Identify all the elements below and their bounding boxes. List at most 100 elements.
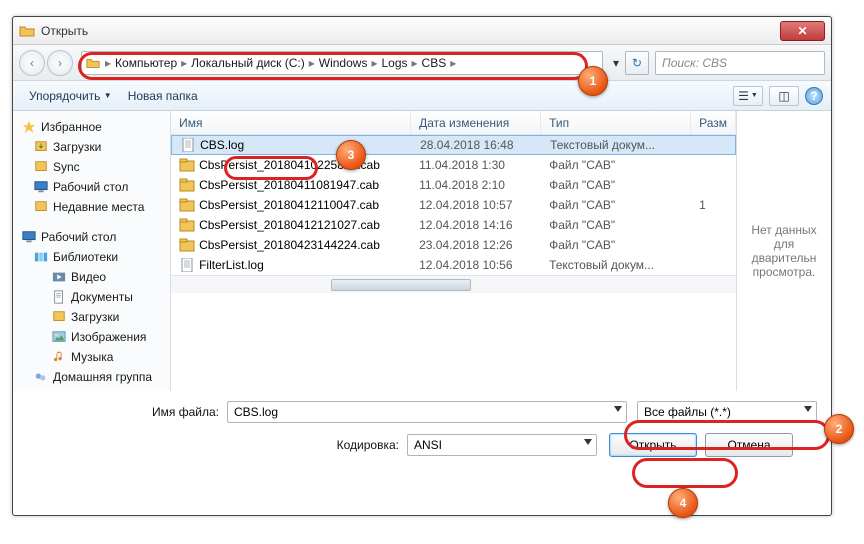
folder-icon [179, 178, 195, 192]
file-type: Файл "CAB" [541, 238, 691, 252]
breadcrumb-item[interactable]: Компьютер [112, 56, 180, 70]
tree-recent[interactable]: Недавние места [17, 197, 166, 217]
file-date: 12.04.2018 14:16 [411, 218, 541, 232]
file-row[interactable]: CbsPersist_20180410225824.cab11.04.2018 … [171, 155, 736, 175]
recent-icon [33, 199, 49, 215]
file-type: Файл "CAB" [541, 178, 691, 192]
toolbar: Упорядочить ▼ Новая папка ☰▼ ◫ ? [13, 81, 831, 111]
file-date: 23.04.2018 12:26 [411, 238, 541, 252]
file-name: FilterList.log [199, 258, 264, 272]
file-date: 11.04.2018 1:30 [411, 158, 541, 172]
file-row[interactable]: FilterList.log12.04.2018 10:56Текстовый … [171, 255, 736, 275]
breadcrumb-item[interactable]: Локальный диск (C:) [188, 56, 308, 70]
badge-2: 2 [824, 414, 854, 444]
file-date: 28.04.2018 16:48 [412, 138, 542, 152]
pictures-icon [51, 329, 67, 345]
filetype-filter[interactable]: Все файлы (*.*) [637, 401, 817, 423]
file-row[interactable]: CbsPersist_20180411081947.cab 11.04.2018 … [171, 175, 736, 195]
help-button[interactable]: ? [805, 87, 823, 105]
tree-music[interactable]: Музыка [17, 347, 166, 367]
open-dialog: Открыть ✕ ‹ › ▸ Компьютер▸ Локальный дис… [12, 16, 832, 516]
navigation-tree[interactable]: Избранное Загрузки Sync Рабочий стол Нед… [13, 111, 171, 391]
folder-icon [179, 158, 195, 172]
tree-homegroup[interactable]: Домашняя группа [17, 367, 166, 387]
file-name: CbsPersist_20180412121027.cab [199, 218, 380, 232]
file-row[interactable]: CbsPersist_20180412121027.cab 12.04.2018 … [171, 215, 736, 235]
libraries-icon [33, 249, 49, 265]
encoding-label: Кодировка: [27, 438, 407, 452]
scroll-thumb[interactable] [331, 279, 471, 291]
refresh-button[interactable]: ↻ [625, 51, 649, 75]
tree-documents[interactable]: Документы [17, 287, 166, 307]
text-file-icon [180, 138, 196, 152]
file-type: Текстовый докум... [542, 138, 692, 152]
window-title: Открыть [41, 24, 780, 38]
tree-downloads-lib[interactable]: Загрузки [17, 307, 166, 327]
tree-favorites[interactable]: Избранное [17, 117, 166, 137]
breadcrumb-item[interactable]: Logs [378, 56, 410, 70]
col-date[interactable]: Дата изменения [411, 111, 541, 134]
navigation-bar: ‹ › ▸ Компьютер▸ Локальный диск (C:)▸ Wi… [13, 45, 831, 81]
search-input[interactable]: Поиск: CBS [655, 51, 825, 75]
tree-libraries[interactable]: Библиотеки [17, 247, 166, 267]
cancel-button[interactable]: Отмена [705, 433, 793, 457]
file-row[interactable]: CBS.log28.04.2018 16:48Текстовый докум..… [171, 135, 736, 155]
back-button[interactable]: ‹ [19, 50, 45, 76]
documents-icon [51, 289, 67, 305]
col-size[interactable]: Разм [691, 111, 736, 134]
new-folder-button[interactable]: Новая папка [120, 87, 206, 105]
download-icon [51, 309, 67, 325]
folder-open-icon [19, 23, 35, 39]
file-list[interactable]: Имя Дата изменения Тип Разм CBS.log28.04… [171, 111, 736, 391]
file-size: 1 [691, 198, 736, 212]
tree-desktop-fav[interactable]: Рабочий стол [17, 177, 166, 197]
file-name: CbsPersist_20180411081947.cab [199, 178, 379, 192]
body-area: Избранное Загрузки Sync Рабочий стол Нед… [13, 111, 831, 391]
sync-icon [33, 159, 49, 175]
breadcrumb-dropdown-icon[interactable]: ▾ [609, 56, 623, 70]
desktop-icon [21, 229, 37, 245]
tree-downloads[interactable]: Загрузки [17, 137, 166, 157]
folder-icon [179, 198, 195, 212]
tree-desktop[interactable]: Рабочий стол [17, 227, 166, 247]
homegroup-icon [33, 369, 49, 385]
file-type: Файл "CAB" [541, 158, 691, 172]
drive-icon [86, 56, 100, 70]
file-name: CbsPersist_20180412110047.cab [199, 198, 379, 212]
star-icon [21, 119, 37, 135]
filename-input[interactable]: CBS.log [227, 401, 627, 423]
tree-video[interactable]: Видео [17, 267, 166, 287]
titlebar: Открыть ✕ [13, 17, 831, 45]
file-row[interactable]: CbsPersist_20180423144224.cab 23.04.2018 … [171, 235, 736, 255]
col-name[interactable]: Имя [171, 111, 411, 134]
refresh-icon: ↻ [632, 56, 642, 70]
col-type[interactable]: Тип [541, 111, 691, 134]
video-icon [51, 269, 67, 285]
preview-pane-button[interactable]: ◫ [769, 86, 799, 106]
file-type: Файл "CAB" [541, 198, 691, 212]
breadcrumb-item[interactable]: Windows [316, 56, 371, 70]
breadcrumb-item[interactable]: CBS [419, 56, 450, 70]
file-area: Имя Дата изменения Тип Разм CBS.log28.04… [171, 111, 831, 391]
desktop-icon [33, 179, 49, 195]
file-name: CbsPersist_20180423144224.cab [199, 238, 380, 252]
column-headers[interactable]: Имя Дата изменения Тип Разм [171, 111, 736, 135]
preview-icon: ◫ [778, 89, 789, 103]
close-button[interactable]: ✕ [780, 21, 825, 41]
tree-pictures[interactable]: Изображения [17, 327, 166, 347]
organize-menu[interactable]: Упорядочить ▼ [21, 87, 120, 105]
tree-sync[interactable]: Sync [17, 157, 166, 177]
file-row[interactable]: CbsPersist_20180412110047.cab 12.04.2018 … [171, 195, 736, 215]
file-date: 11.04.2018 2:10 [411, 178, 541, 192]
forward-button[interactable]: › [47, 50, 73, 76]
encoding-select[interactable]: ANSI [407, 434, 597, 456]
horizontal-scrollbar[interactable] [171, 275, 736, 293]
download-icon [33, 139, 49, 155]
open-button[interactable]: Открыть [609, 433, 697, 457]
breadcrumb[interactable]: ▸ Компьютер▸ Локальный диск (C:)▸ Window… [81, 51, 603, 75]
badge-3: 3 [336, 140, 366, 170]
breadcrumb-sep: ▸ [104, 56, 112, 70]
file-date: 12.04.2018 10:57 [411, 198, 541, 212]
view-mode-button[interactable]: ☰▼ [733, 86, 763, 106]
chevron-left-icon: ‹ [30, 56, 34, 70]
